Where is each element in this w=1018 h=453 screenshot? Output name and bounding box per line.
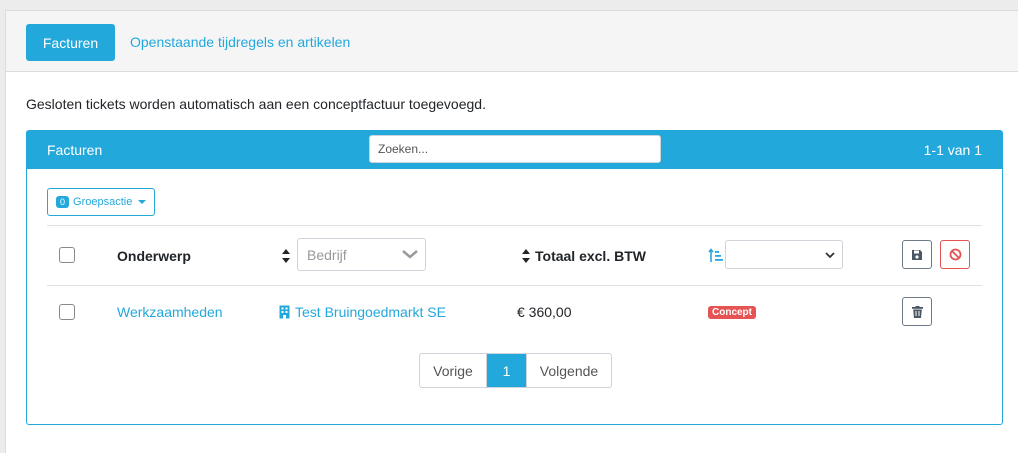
invoices-panel: Facturen 1-1 van 1 0 Groepsactie Onderwe…: [26, 130, 1003, 425]
row-checkbox[interactable]: [59, 304, 75, 320]
previous-page-button[interactable]: Vorige: [420, 354, 487, 387]
tab-facturen[interactable]: Facturen: [26, 24, 115, 61]
company-filter-placeholder: Bedrijf: [307, 247, 347, 263]
caret-down-icon: [138, 200, 147, 204]
tab-open-time-entries[interactable]: Openstaande tijdregels en artikelen: [130, 34, 350, 50]
group-action-label: Groepsactie: [73, 196, 133, 208]
invoice-subject-link[interactable]: Werkzaamheden: [117, 304, 223, 320]
building-icon: [279, 305, 290, 319]
panel-title: Facturen: [47, 142, 103, 158]
tab-bar: Facturen Openstaande tijdregels en artik…: [6, 11, 1018, 72]
status-filter-select[interactable]: [725, 240, 843, 269]
info-notice: Gesloten tickets worden automatisch aan …: [26, 96, 486, 112]
sort-icon[interactable]: [521, 248, 531, 264]
clear-filter-button[interactable]: [940, 240, 970, 269]
group-action-button[interactable]: 0 Groepsactie: [47, 188, 156, 216]
search-input[interactable]: [369, 135, 661, 163]
column-header-total[interactable]: Totaal excl. BTW: [535, 248, 646, 264]
trash-icon: [911, 305, 923, 318]
column-header-subject[interactable]: Onderwerp: [117, 248, 191, 264]
divider: [47, 285, 982, 286]
delete-button[interactable]: [902, 297, 932, 326]
page-1-button[interactable]: 1: [487, 354, 526, 387]
page-content: Facturen Openstaande tijdregels en artik…: [5, 10, 1018, 453]
sort-icon[interactable]: [281, 248, 291, 264]
panel-header: Facturen 1-1 van 1: [27, 131, 1002, 169]
ban-icon: [949, 248, 961, 261]
chevron-down-icon: [402, 250, 418, 259]
company-link[interactable]: Test Bruingoedmarkt SE: [295, 304, 446, 320]
sort-ascending-icon[interactable]: [708, 248, 724, 264]
invoice-total: € 360,00: [517, 304, 572, 320]
company-filter-select[interactable]: Bedrijf: [297, 238, 426, 271]
select-all-checkbox[interactable]: [59, 247, 75, 263]
chevron-down-icon: [825, 252, 835, 259]
save-filter-button[interactable]: [902, 240, 932, 269]
result-count: 1-1 van 1: [923, 142, 982, 158]
save-icon: [912, 249, 922, 260]
divider: [47, 225, 982, 226]
selected-count-badge: 0: [56, 196, 70, 208]
status-badge: Concept: [708, 306, 756, 319]
pagination: Vorige 1 Volgende: [419, 353, 612, 388]
next-page-button[interactable]: Volgende: [526, 354, 611, 387]
